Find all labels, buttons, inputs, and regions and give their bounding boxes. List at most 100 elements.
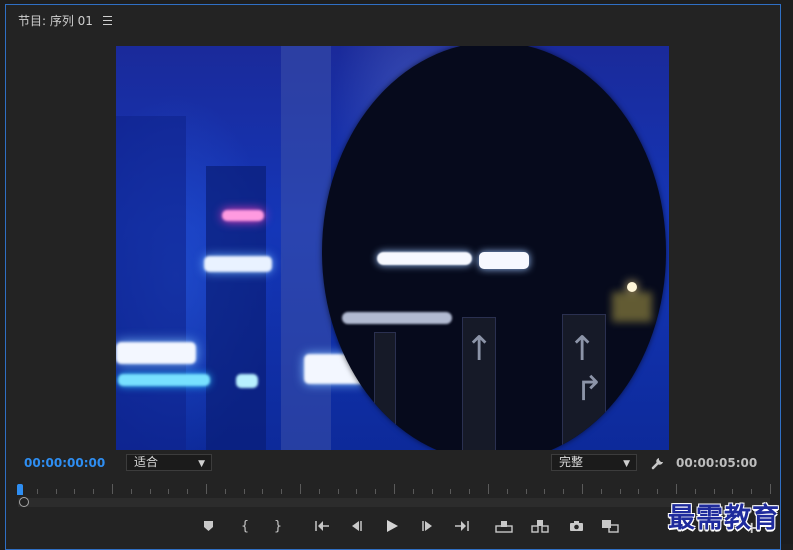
playback-resolution-select[interactable]: 完整 ▼ — [551, 454, 637, 471]
ruler-tick — [413, 489, 414, 494]
video-neon-light — [118, 374, 210, 386]
ruler-tick — [526, 489, 527, 494]
ruler-tick — [544, 489, 545, 494]
ruler-tick — [131, 489, 132, 494]
vertical-scrollbar[interactable] — [781, 40, 793, 544]
ruler-tick — [37, 489, 38, 494]
ruler-tick — [432, 489, 433, 494]
video-light-strip — [342, 312, 452, 324]
ruler-tick — [507, 489, 508, 494]
current-timecode[interactable]: 00:00:00:00 — [24, 456, 105, 470]
ruler-tick — [300, 484, 301, 494]
ruler-tick — [770, 484, 771, 494]
ruler-tick — [714, 489, 715, 494]
step-forward-icon — [422, 521, 432, 531]
ruler-tick — [751, 489, 752, 494]
video-building — [206, 166, 266, 450]
extract-button[interactable] — [529, 516, 551, 536]
step-back-icon — [352, 521, 362, 531]
play-button[interactable] — [381, 516, 403, 536]
ruler-tick — [93, 489, 94, 494]
ruler-tick — [112, 484, 113, 494]
ruler-tick — [319, 489, 320, 494]
comparison-view-icon — [602, 520, 619, 533]
panel-title[interactable]: 节目: 序列 01 — [18, 12, 93, 29]
arrow-up-icon: ↑ — [465, 329, 494, 369]
video-neon-light — [116, 342, 196, 364]
ruler-tick — [356, 489, 357, 494]
video-building — [116, 116, 186, 450]
mark-in-icon: { — [240, 518, 250, 534]
ruler-tick — [74, 489, 75, 494]
extract-icon — [531, 520, 549, 533]
scrub-bar[interactable] — [18, 498, 770, 507]
play-icon — [386, 520, 398, 532]
ruler-tick — [488, 484, 489, 494]
ruler-tick — [187, 489, 188, 494]
panel-header: 节目: 序列 01 — [18, 12, 112, 29]
ruler-tick — [375, 489, 376, 494]
video-light-strip — [479, 252, 529, 269]
video-neon-light — [204, 256, 272, 272]
ruler-tick — [244, 489, 245, 494]
lift-icon — [495, 521, 513, 533]
video-light-strip — [377, 252, 472, 265]
go-to-out-icon — [455, 521, 469, 531]
duration-timecode: 00:00:05:00 — [676, 456, 758, 470]
camera-icon — [569, 521, 583, 531]
ruler-tick — [582, 484, 583, 494]
ruler-tick — [206, 484, 207, 494]
ruler-tick — [695, 489, 696, 494]
arrow-up-icon: ↑ — [568, 329, 597, 369]
ruler-tick — [262, 489, 263, 494]
go-to-out-button[interactable] — [451, 516, 473, 536]
watermark-logo: 最需教育 — [668, 503, 780, 534]
video-neon-light — [222, 210, 264, 221]
ruler-tick — [469, 489, 470, 494]
ruler-tick — [638, 489, 639, 494]
mark-out-icon: } — [273, 518, 283, 534]
program-video-frame[interactable]: ↑ ↑ ↱ — [116, 46, 669, 450]
street-light — [627, 282, 637, 292]
ruler-tick — [56, 489, 57, 494]
ruler-tick — [338, 489, 339, 494]
chevron-down-icon: ▼ — [623, 459, 630, 469]
wrench-icon[interactable] — [650, 455, 666, 471]
ruler-tick — [732, 489, 733, 494]
mark-out-button[interactable]: } — [267, 516, 289, 536]
ruler-tick — [281, 489, 282, 494]
time-ruler[interactable] — [18, 484, 771, 496]
zoom-level-select[interactable]: 适合 ▼ — [126, 454, 212, 471]
mark-in-button[interactable]: { — [234, 516, 256, 536]
ruler-tick — [168, 489, 169, 494]
comparison-view-button[interactable] — [599, 516, 621, 536]
lift-button[interactable] — [493, 516, 515, 536]
playback-resolution-value: 完整 — [559, 455, 584, 469]
ruler-tick — [225, 489, 226, 494]
playhead-marker[interactable] — [17, 484, 23, 495]
ruler-tick — [620, 489, 621, 494]
step-back-button[interactable] — [346, 516, 368, 536]
go-to-in-icon — [315, 521, 329, 531]
playhead-handle[interactable] — [19, 497, 29, 507]
video-neon-light — [236, 374, 258, 388]
arrow-right-icon: ↱ — [575, 369, 604, 409]
chevron-down-icon: ▼ — [198, 459, 205, 469]
ruler-tick — [657, 489, 658, 494]
road-sign — [374, 332, 396, 450]
export-frame-button[interactable] — [565, 516, 587, 536]
add-marker-button[interactable] — [197, 516, 219, 536]
marker-icon — [203, 521, 213, 531]
ruler-tick — [394, 484, 395, 494]
ruler-tick — [563, 489, 564, 494]
ellipse-mask-overlay: ↑ ↑ ↱ — [322, 46, 666, 450]
ruler-tick — [676, 484, 677, 494]
step-forward-button[interactable] — [416, 516, 438, 536]
ruler-tick — [150, 489, 151, 494]
ruler-tick — [450, 489, 451, 494]
street-light-glow — [612, 292, 652, 322]
hamburger-menu-icon[interactable] — [102, 16, 112, 25]
zoom-level-value: 适合 — [134, 455, 159, 469]
ruler-tick — [601, 489, 602, 494]
go-to-in-button[interactable] — [311, 516, 333, 536]
